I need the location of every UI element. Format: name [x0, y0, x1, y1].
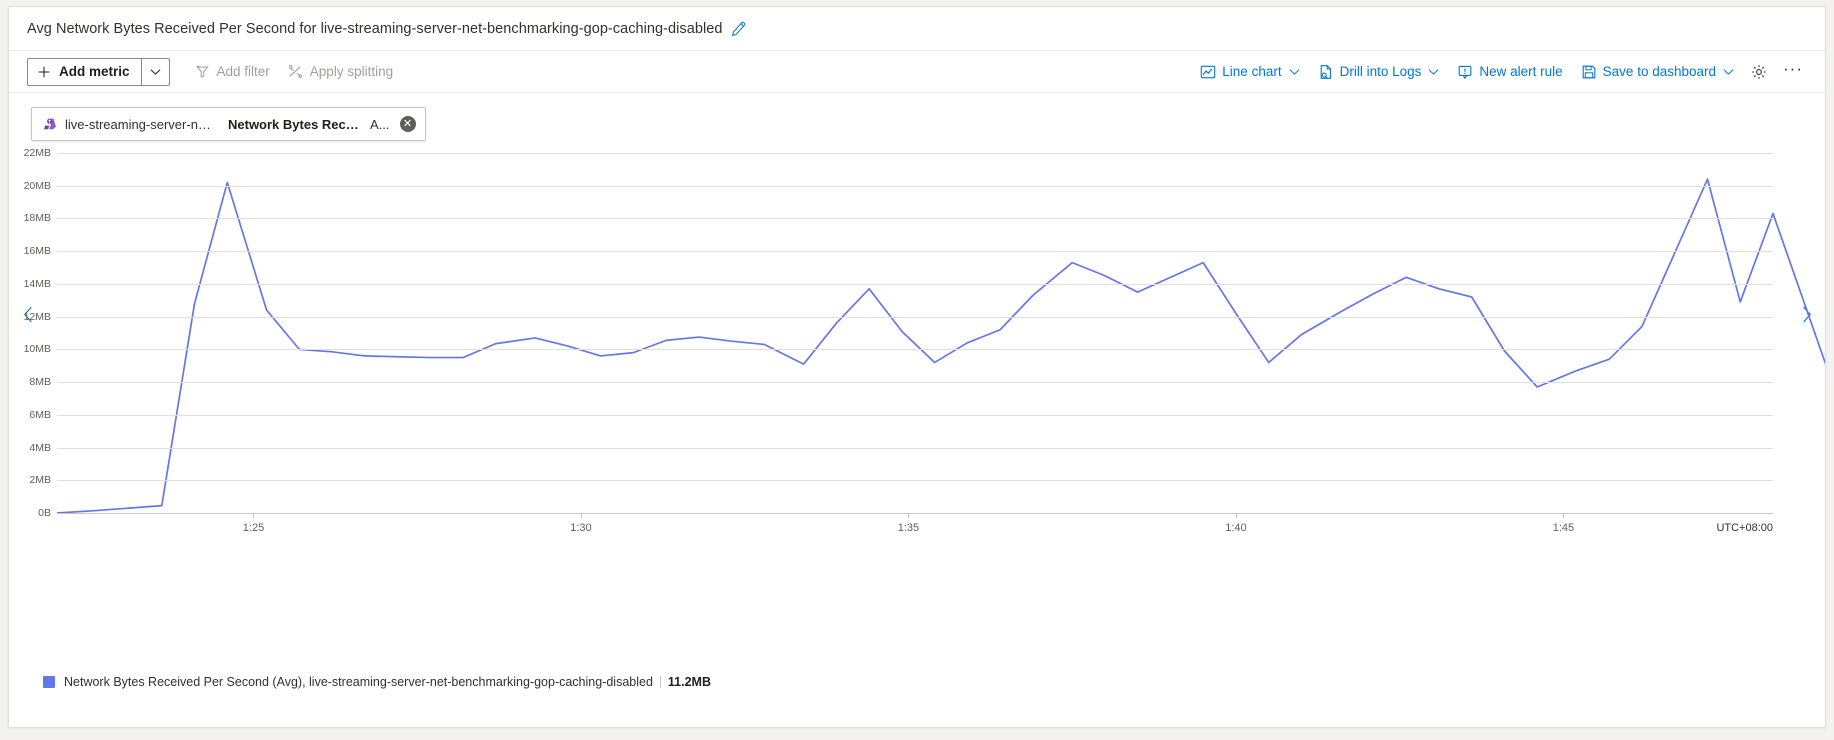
- plus-icon: [36, 64, 52, 80]
- chevron-down-icon: [1289, 68, 1300, 76]
- x-axis-tick-label: 1:35: [897, 522, 920, 534]
- gridline: [57, 349, 1773, 351]
- more-options-button[interactable]: ···: [1775, 57, 1811, 87]
- y-axis-tick-label: 8MB: [29, 376, 51, 389]
- gridline: [57, 185, 1773, 187]
- chevron-down-icon: [1428, 68, 1439, 76]
- pencil-icon[interactable]: [731, 21, 746, 36]
- metrics-explorer-screen: Avg Network Bytes Received Per Second fo…: [0, 0, 1834, 740]
- alert-bell-icon: [1457, 64, 1473, 80]
- apply-splitting-label: Apply splitting: [309, 63, 394, 79]
- chart-area: 0B 2MB 4MB 6MB 8MB 10MB 12MB 14MB 16MB 18MB 20MB 22…: [9, 147, 1825, 633]
- x-axis-tick-label: 1:45: [1552, 522, 1575, 534]
- gear-icon: [1751, 64, 1767, 80]
- add-metric-button[interactable]: Add metric: [28, 59, 141, 85]
- y-axis-tick-label: 0B: [38, 507, 51, 519]
- x-axis-tick-label: 1:25: [242, 522, 265, 534]
- y-axis-tick-label: 4MB: [29, 441, 51, 454]
- x-axis-tick-mark: [580, 513, 582, 518]
- y-axis-tick-label: 16MB: [23, 245, 51, 258]
- gridline: [57, 283, 1773, 285]
- series-line: [56, 178, 1825, 514]
- close-icon[interactable]: ✕: [399, 116, 416, 132]
- gridline: [57, 480, 1773, 482]
- drill-into-logs-button[interactable]: Drill into Logs: [1309, 57, 1449, 87]
- x-axis-line: [57, 513, 1773, 514]
- gridline: [57, 414, 1773, 416]
- add-metric-label: Add metric: [59, 64, 130, 79]
- y-axis-tick-label: 18MB: [23, 212, 51, 225]
- metric-chip[interactable]: live-streaming-server-net-... Network By…: [31, 107, 426, 141]
- legend-value: 11.2MB: [667, 675, 712, 689]
- series-polyline: [56, 178, 1825, 514]
- save-to-dashboard-button[interactable]: Save to dashboard: [1572, 57, 1743, 87]
- line-chart-icon: [1200, 64, 1216, 80]
- gridline: [57, 218, 1773, 220]
- chevron-down-icon: [150, 63, 161, 81]
- metrics-chart-card: Avg Network Bytes Received Per Second fo…: [8, 6, 1826, 728]
- new-alert-rule-label: New alert rule: [1479, 63, 1563, 79]
- filter-icon: [195, 64, 211, 80]
- line-chart-label: Line chart: [1222, 63, 1282, 79]
- y-axis-tick-label: 22MB: [23, 147, 51, 159]
- line-chart-button[interactable]: Line chart: [1191, 57, 1308, 87]
- metric-chip-metric: Network Bytes Receive...: [228, 116, 360, 132]
- y-axis-tick-label: 6MB: [29, 408, 51, 421]
- gridline: [57, 153, 1773, 154]
- apply-splitting-button[interactable]: Apply splitting: [279, 57, 402, 87]
- chart-legend: Network Bytes Received Per Second (Avg),…: [43, 675, 711, 689]
- add-metric-group: Add metric: [27, 57, 170, 86]
- y-axis-tick-label: 14MB: [23, 277, 51, 290]
- command-bar-right: Line chart Drill into Logs New alert rul…: [1191, 57, 1811, 87]
- legend-separator: [659, 676, 661, 688]
- x-axis-tick-mark: [253, 513, 255, 518]
- add-filter-button[interactable]: Add filter: [186, 57, 279, 87]
- metric-chip-resource: live-streaming-server-net-...: [65, 116, 217, 132]
- logs-icon: [1318, 64, 1334, 80]
- metric-chip-aggregation: A...: [370, 116, 390, 132]
- chevron-right-icon[interactable]: [1795, 300, 1817, 328]
- gridline: [57, 251, 1773, 253]
- x-axis-tick-mark: [1563, 513, 1565, 518]
- save-disk-icon: [1581, 64, 1597, 80]
- y-axis-tick-label: 12MB: [23, 310, 51, 323]
- save-to-dashboard-label: Save to dashboard: [1602, 63, 1717, 79]
- x-axis-tick-label: 1:40: [1225, 522, 1247, 534]
- command-bar-left: Add metric Add filter Apply splitting: [27, 57, 402, 87]
- y-axis-tick-label: 10MB: [23, 343, 51, 356]
- splitting-icon: [288, 64, 304, 80]
- add-filter-label: Add filter: [216, 63, 270, 79]
- add-metric-dropdown-button[interactable]: [140, 58, 169, 85]
- x-axis-tick-mark: [908, 513, 910, 518]
- azure-resource-icon: [42, 116, 58, 132]
- drill-into-logs-label: Drill into Logs: [1339, 63, 1422, 79]
- x-axis-tick-label: 1:30: [570, 522, 592, 534]
- chevron-down-icon: [1723, 68, 1734, 76]
- gridline: [57, 382, 1773, 384]
- timezone-label: UTC+08:00: [1716, 522, 1773, 534]
- page-title: Avg Network Bytes Received Per Second fo…: [27, 20, 723, 37]
- legend-label: Network Bytes Received Per Second (Avg),…: [64, 675, 653, 689]
- legend-color-swatch: [43, 676, 55, 688]
- new-alert-rule-button[interactable]: New alert rule: [1448, 57, 1571, 87]
- gridline: [57, 316, 1773, 318]
- y-axis-tick-label: 2MB: [29, 474, 51, 487]
- command-bar: Add metric Add filter Apply splitting Li…: [9, 51, 1825, 93]
- gridline: [57, 447, 1773, 449]
- chart-title-row: Avg Network Bytes Received Per Second fo…: [9, 7, 1825, 51]
- metric-chip-row: live-streaming-server-net-... Network By…: [9, 93, 1825, 149]
- plot-canvas[interactable]: 0B 2MB 4MB 6MB 8MB 10MB 12MB 14MB 16MB 18MB 20MB 22…: [24, 147, 1825, 551]
- x-axis-tick-mark: [1235, 513, 1237, 518]
- y-axis-tick-label: 20MB: [23, 179, 51, 192]
- chart-settings-button[interactable]: [1743, 57, 1775, 87]
